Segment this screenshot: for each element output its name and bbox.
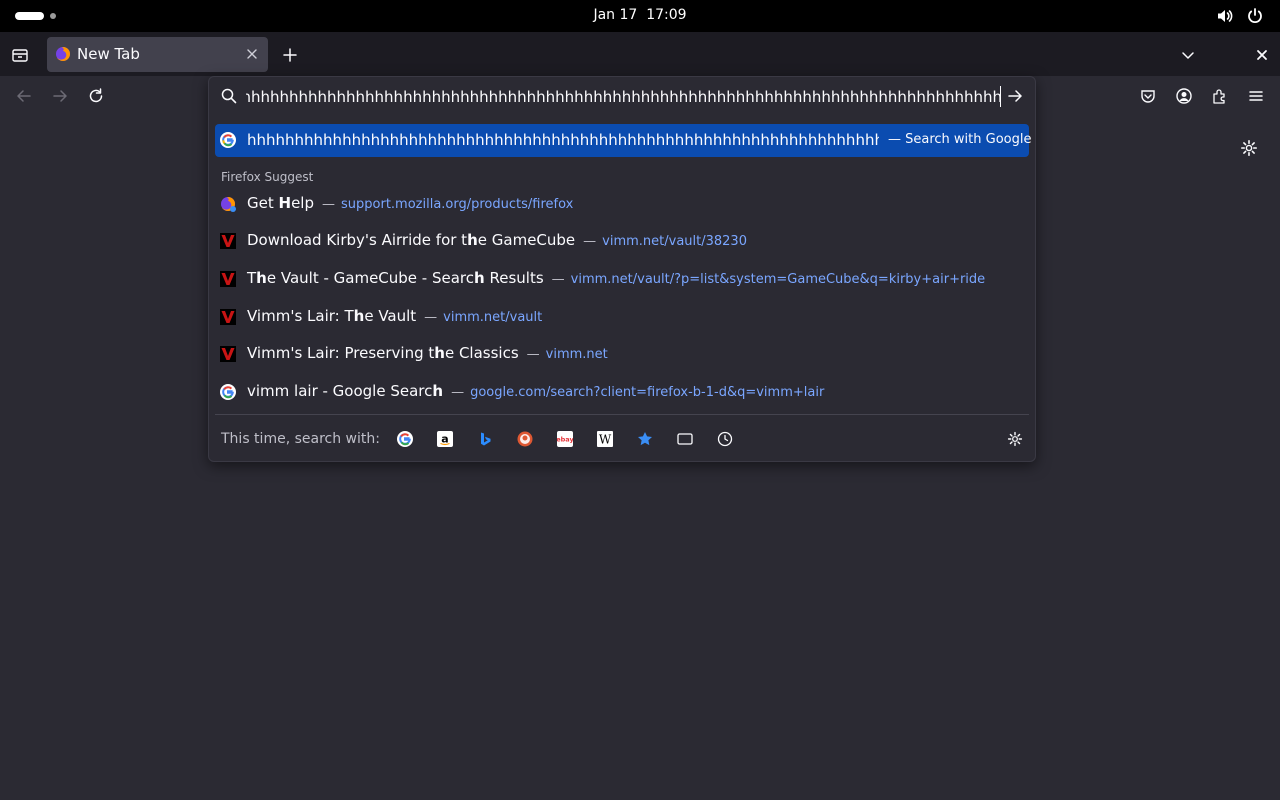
result-title-text: Vimm's Lair: Preserving t: [247, 344, 435, 362]
tab-title: New Tab: [77, 45, 140, 63]
search-with-google-action: — Search with Google: [888, 132, 1032, 147]
result-title: Vimm's Lair: Preserving the Classics — vim…: [247, 344, 608, 362]
google-icon[interactable]: [396, 430, 414, 448]
clock[interactable]: Jan 17 17:09: [0, 7, 1280, 23]
result-title-highlight: h: [256, 269, 267, 287]
vimm-icon: [220, 346, 236, 362]
clock-time: 17:09: [646, 7, 687, 23]
vimm-icon: [220, 233, 236, 249]
result-title-text: Get: [247, 194, 279, 212]
result-separator: —: [424, 310, 438, 325]
result-separator: —: [583, 234, 597, 249]
result-title-highlight: h: [467, 231, 478, 249]
google-icon: [220, 132, 236, 148]
result-title-text: e Vault: [364, 307, 417, 325]
pocket-icon[interactable]: [1139, 87, 1157, 105]
result-title: vimm lair - Google Search — google.com/sea…: [247, 382, 824, 400]
svg-text:ebay: ebay: [557, 436, 573, 444]
vimm-icon: [220, 271, 236, 287]
system-top-bar: Jan 17 17:09: [0, 0, 1280, 32]
result-url: google.com/search?client=firefox-b-1-d&q…: [470, 385, 825, 400]
list-all-tabs-icon[interactable]: [1179, 46, 1197, 64]
result-title-text: Vimm's Lair: T: [247, 307, 354, 325]
one-offs-divider: [215, 414, 1029, 415]
svg-text:W: W: [599, 433, 612, 447]
account-icon[interactable]: [1175, 87, 1193, 105]
result-row[interactable]: vimm lair - Google Search — google.com/sea…: [215, 375, 1029, 409]
result-separator: —: [451, 385, 465, 400]
close-tab-icon[interactable]: [245, 47, 259, 61]
result-row[interactable]: The Vault - GameCube - Search Results — vi…: [215, 262, 1029, 296]
result-title: Vimm's Lair: The Vault — vimm.net/vault: [247, 307, 542, 325]
heuristic-search-text: hhhhhhhhhhhhhhhhhhhhhhhhhhhhhhhhhhhhhhhh…: [247, 131, 879, 149]
result-row[interactable]: Download Kirby's Airride for the GameCub…: [215, 224, 1029, 258]
result-url: vimm.net/vault/?p=list&system=GameCube&q…: [570, 272, 986, 287]
back-icon[interactable]: [15, 87, 33, 105]
search-settings-icon[interactable]: [1006, 430, 1024, 448]
result-separator: —: [526, 347, 540, 362]
search-with-label: This time, search with:: [221, 431, 380, 447]
result-title-text: e Classics: [444, 344, 519, 362]
result-url: vimm.net: [545, 347, 608, 362]
result-title-text: T: [247, 269, 257, 287]
result-url: support.mozilla.org/products/firefox: [341, 197, 574, 212]
close-window-icon[interactable]: [1253, 46, 1271, 64]
power-icon[interactable]: [1246, 7, 1264, 25]
result-separator: —: [322, 197, 335, 212]
tab-overview-icon[interactable]: [11, 46, 29, 64]
google-icon: [220, 384, 236, 400]
tabs-icon[interactable]: [676, 430, 694, 448]
result-title-text: Download Kirby's Airride for t: [247, 231, 468, 249]
reload-icon[interactable]: [87, 87, 105, 105]
result-title-text: elp: [291, 194, 314, 212]
firefox-icon: [220, 196, 236, 212]
result-title-highlight: h: [434, 344, 445, 362]
result-title-text: vimm lair - Google Searc: [247, 382, 433, 400]
firefox-suggest-label: Firefox Suggest: [221, 170, 314, 184]
extensions-icon[interactable]: [1211, 87, 1229, 105]
bookmarks-icon[interactable]: [636, 430, 654, 448]
result-title-highlight: h: [432, 382, 444, 400]
urlbar-input[interactable]: hhhhhhhhhhhhhhhhhhhhhhhhhhhhhhhhhhhhhhhh…: [246, 85, 1002, 109]
vimm-icon: [220, 309, 236, 325]
history-icon[interactable]: [716, 430, 734, 448]
result-row[interactable]: Vimm's Lair: Preserving the Classics — vim…: [215, 337, 1029, 371]
result-title: Get Help — support.mozilla.org/products/fi…: [247, 194, 573, 212]
urlbar-input-value: hhhhhhhhhhhhhhhhhhhhhhhhhhhhhhhhhhhhhhhh…: [246, 88, 1002, 106]
result-title-highlight: H: [278, 194, 292, 212]
result-url: vimm.net/vault: [443, 310, 543, 325]
wikipedia-icon[interactable]: W: [596, 430, 614, 448]
result-title-text: Results: [484, 269, 544, 287]
firefox-icon: [56, 47, 70, 62]
result-row[interactable]: Vimm's Lair: The Vault — vimm.net/vault: [215, 300, 1029, 334]
result-title-text: e GameCube: [477, 231, 576, 249]
menu-icon[interactable]: [1247, 87, 1265, 105]
result-row[interactable]: Get Help — support.mozilla.org/products/fi…: [215, 187, 1029, 221]
result-separator: —: [551, 272, 565, 287]
result-title-text: e Vault - GameCube - Searc: [266, 269, 475, 287]
result-url: vimm.net/vault/38230: [602, 234, 747, 249]
duckduckgo-icon[interactable]: [516, 430, 534, 448]
search-icon: [221, 88, 237, 104]
go-arrow-icon[interactable]: [1006, 87, 1024, 105]
new-tab-settings-icon[interactable]: [1240, 139, 1258, 157]
result-title-highlight: h: [353, 307, 365, 325]
result-title: Download Kirby's Airride for the GameCub…: [247, 231, 747, 249]
forward-icon[interactable]: [51, 87, 69, 105]
new-tab-icon[interactable]: [281, 46, 299, 64]
result-title: The Vault - GameCube - Search Results — vi…: [247, 269, 985, 287]
bing-icon[interactable]: [476, 430, 494, 448]
text-caret: [1000, 86, 1001, 107]
ebay-icon[interactable]: ebay: [556, 430, 574, 448]
result-title-highlight: h: [474, 269, 485, 287]
clock-date: Jan 17: [593, 7, 638, 23]
amazon-icon[interactable]: a: [436, 430, 454, 448]
volume-icon[interactable]: [1216, 7, 1234, 25]
